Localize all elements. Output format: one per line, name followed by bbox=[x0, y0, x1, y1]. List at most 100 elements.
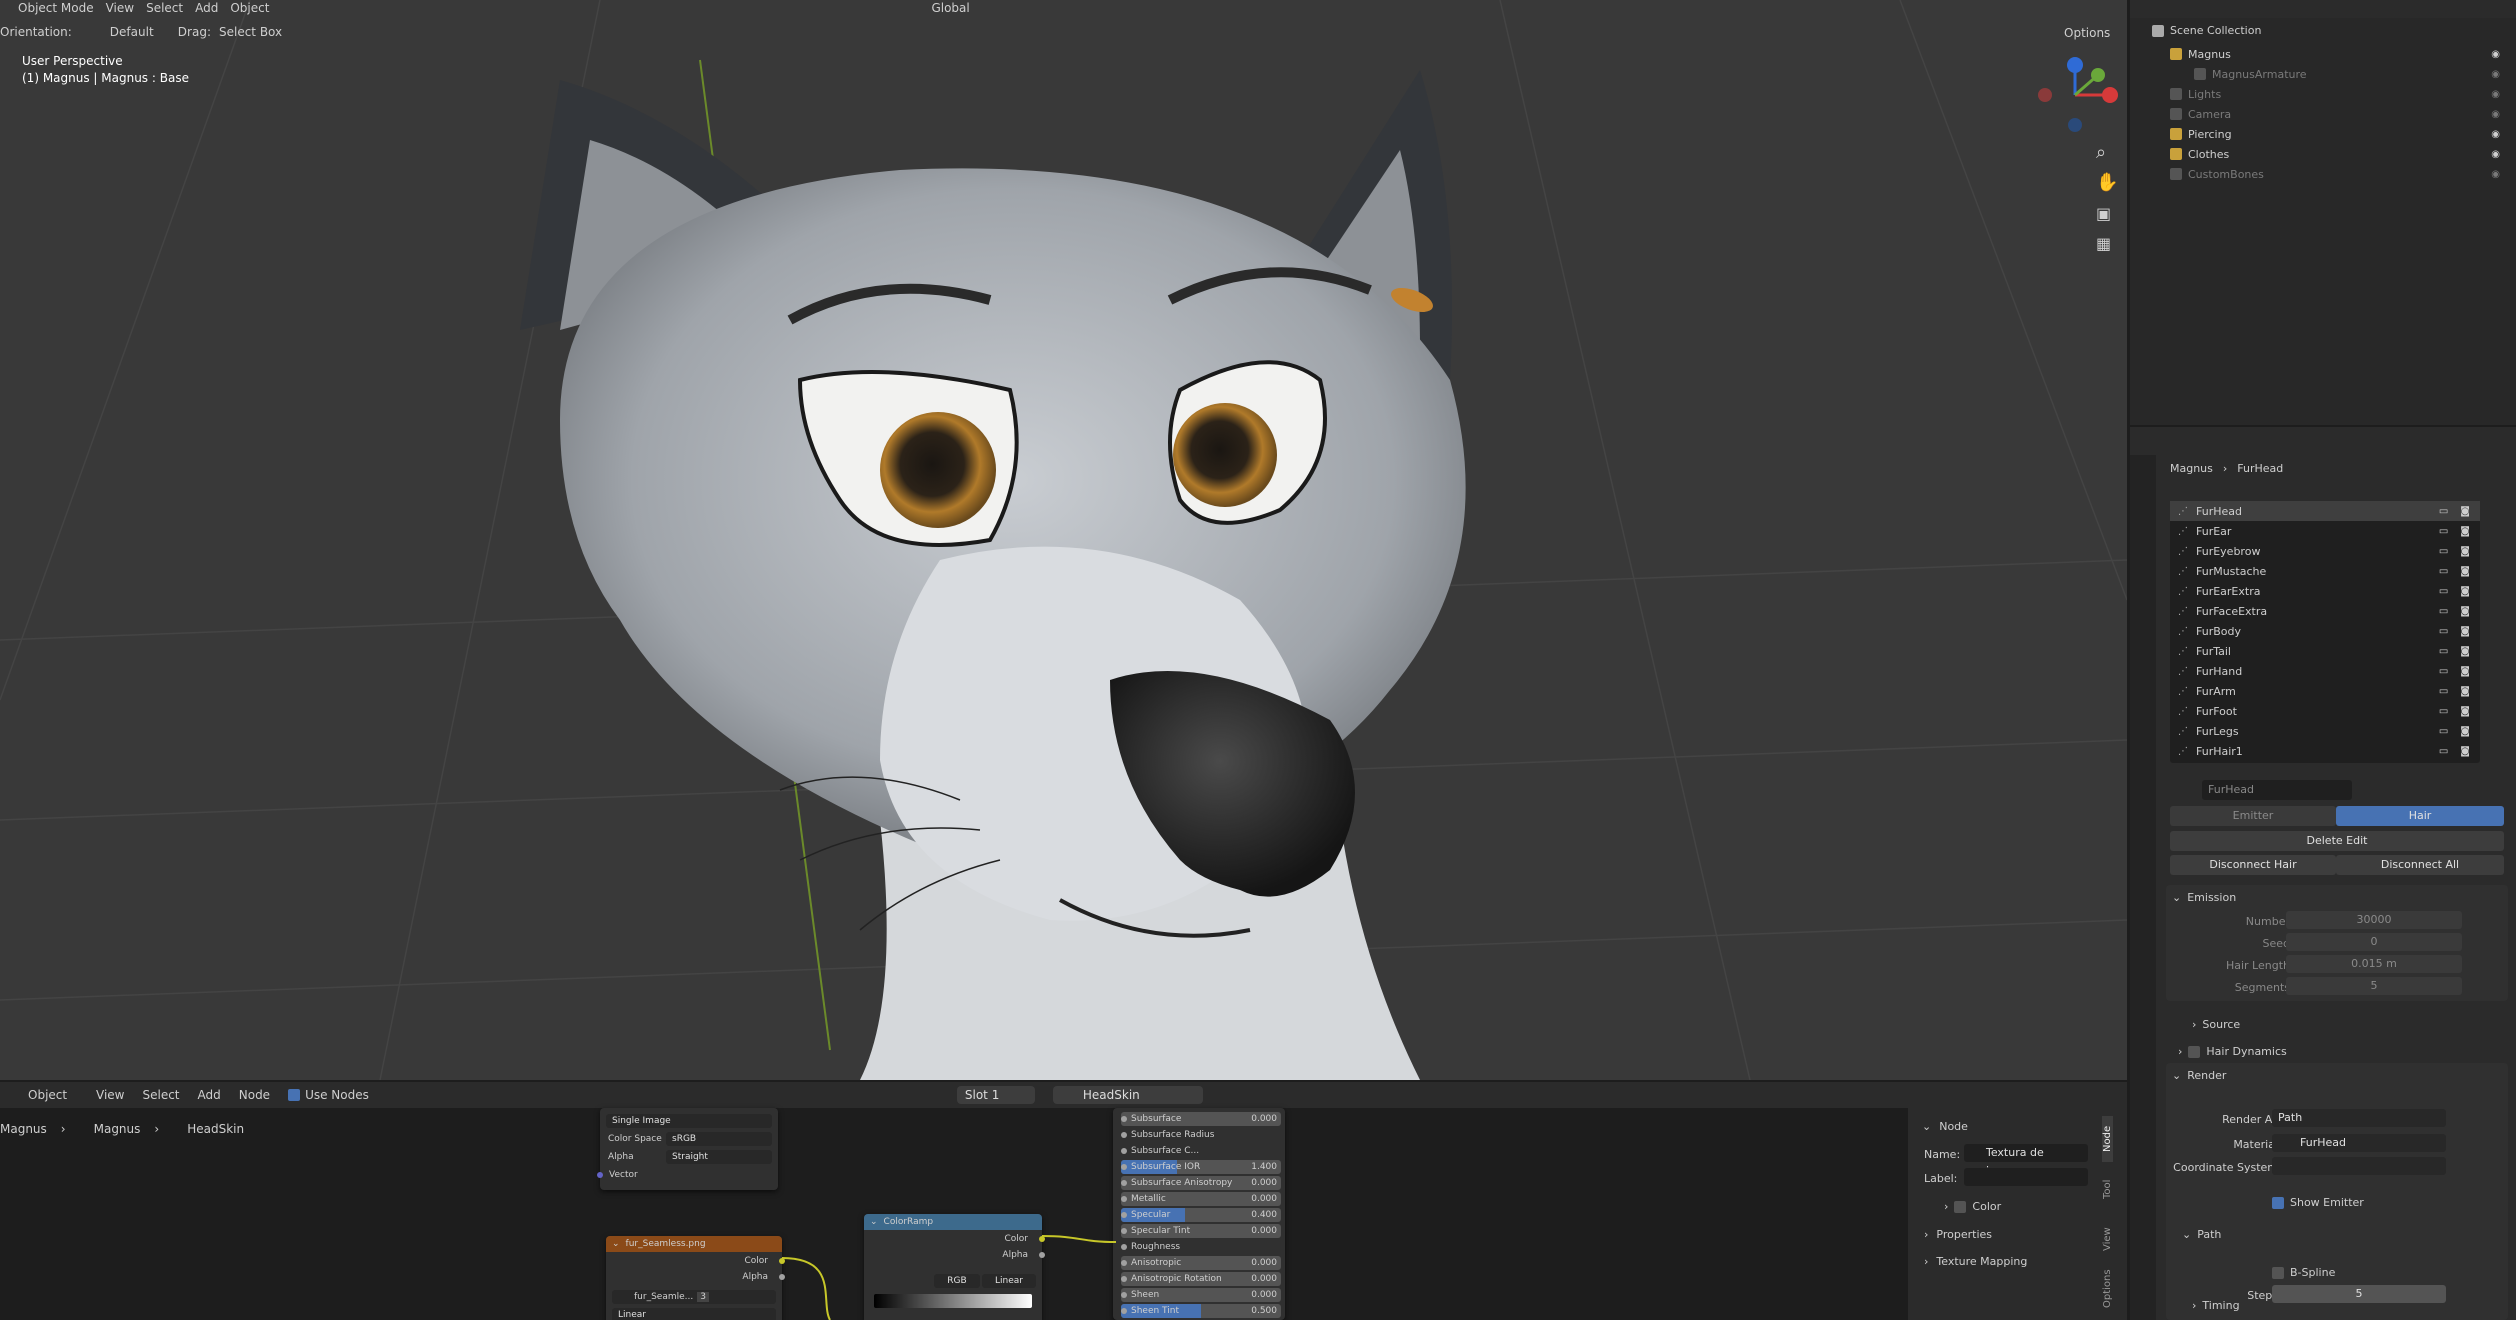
outliner-item[interactable]: Camera ◉ bbox=[2170, 104, 2510, 124]
breadcrumb-object[interactable]: Magnus bbox=[2170, 462, 2213, 475]
show-render-icon[interactable]: ◙ bbox=[2460, 546, 2470, 557]
source-subpanel[interactable]: › Source bbox=[2192, 1018, 2240, 1031]
texture-mapping-subpanel[interactable]: › Texture Mapping bbox=[1924, 1255, 2027, 1268]
bsdf-input-row[interactable]: Sheen 0.000 bbox=[1121, 1288, 1281, 1302]
bsdf-input-socket[interactable] bbox=[1121, 1196, 1127, 1202]
show-viewport-icon[interactable]: ▭ bbox=[2439, 666, 2448, 677]
particle-settings-name[interactable]: FurHead bbox=[2202, 780, 2352, 800]
node-label-field[interactable] bbox=[1964, 1168, 2088, 1186]
node-color-checkbox[interactable] bbox=[1954, 1200, 1967, 1213]
bsdf-input-socket[interactable] bbox=[1121, 1276, 1127, 1282]
show-emitter-checkbox[interactable] bbox=[2272, 1196, 2284, 1209]
interpolation-select[interactable]: Linear bbox=[612, 1308, 776, 1320]
color-ramp-gradient[interactable] bbox=[874, 1294, 1032, 1308]
particle-system-item[interactable]: ⋰ FurEarExtra ▭ ◙ bbox=[2170, 581, 2480, 601]
show-render-icon[interactable]: ◙ bbox=[2460, 606, 2470, 617]
particle-system-item[interactable]: ⋰ FurHand ▭ ◙ bbox=[2170, 661, 2480, 681]
material-select[interactable]: FurHead bbox=[2272, 1134, 2446, 1152]
orientation-select[interactable]: Default bbox=[80, 25, 170, 39]
outliner-item[interactable]: CustomBones ◉ bbox=[2170, 164, 2510, 184]
delete-edit-button[interactable]: Delete Edit bbox=[2170, 831, 2504, 851]
node-menu-view[interactable]: View bbox=[96, 1088, 124, 1102]
node-color-toggle[interactable]: › Color bbox=[1944, 1200, 2001, 1213]
show-viewport-icon[interactable]: ▭ bbox=[2439, 506, 2448, 517]
show-viewport-icon[interactable]: ▭ bbox=[2439, 606, 2448, 617]
visibility-eye-icon[interactable]: ◉ bbox=[2491, 109, 2500, 120]
show-viewport-icon[interactable]: ▭ bbox=[2439, 546, 2448, 557]
colorspace-select[interactable]: sRGB bbox=[666, 1132, 772, 1146]
fur-texture-node-header[interactable]: ⌄ fur_Seamless.png bbox=[606, 1236, 782, 1252]
menu-add[interactable]: Add bbox=[195, 1, 218, 15]
drag-select[interactable]: Select Box bbox=[219, 25, 282, 39]
show-viewport-icon[interactable]: ▭ bbox=[2439, 746, 2448, 757]
show-viewport-icon[interactable]: ▭ bbox=[2439, 706, 2448, 717]
particle-systems-list[interactable]: ⋰ FurHead ▭ ◙ ⋰ FurEar ▭ ◙ ⋰ FurEyebrow ▭ ◙ ⋰ FurMust… bbox=[2170, 501, 2480, 763]
hair-dynamics-checkbox[interactable] bbox=[2188, 1045, 2201, 1058]
bsdf-input-socket[interactable] bbox=[1121, 1180, 1127, 1186]
show-render-icon[interactable]: ◙ bbox=[2460, 646, 2470, 657]
segments-field[interactable]: 5 bbox=[2286, 977, 2462, 995]
hair-length-field[interactable]: 0.015 m bbox=[2286, 955, 2462, 973]
navigation-gizmo-icon[interactable] bbox=[2030, 50, 2120, 140]
mode-select[interactable]: Object Mode bbox=[4, 1, 94, 15]
breadcrumb-object[interactable]: Magnus bbox=[0, 1122, 47, 1136]
particle-system-item[interactable]: ⋰ FurFoot ▭ ◙ bbox=[2170, 701, 2480, 721]
material-datablock[interactable]: HeadSkin bbox=[1052, 1086, 1203, 1104]
emission-header[interactable]: ⌄ Emission bbox=[2166, 885, 2508, 910]
principled-bsdf-node[interactable]: Subsurface 0.000 Subsurface Radius Subsurfa… bbox=[1113, 1108, 1285, 1320]
disconnect-all-button[interactable]: Disconnect All bbox=[2336, 855, 2504, 875]
image-settings-node[interactable]: Single Image Color Space sRGB Alpha Stra… bbox=[597, 1108, 778, 1190]
tex-color-socket[interactable] bbox=[779, 1258, 785, 1264]
outliner-item[interactable]: Piercing ◉ bbox=[2170, 124, 2510, 144]
particle-system-item[interactable]: ⋰ FurMustache ▭ ◙ bbox=[2170, 561, 2480, 581]
bsdf-input-row[interactable]: Subsurface Anisotropy 0.000 bbox=[1121, 1176, 1281, 1190]
hair-dynamics-panel[interactable]: › Hair Dynamics bbox=[2178, 1045, 2287, 1058]
bsdf-input-row[interactable]: Roughness bbox=[1121, 1240, 1281, 1254]
visibility-eye-icon[interactable]: ◉ bbox=[2491, 49, 2500, 60]
camera-view-icon[interactable]: ▣ bbox=[2096, 204, 2111, 223]
bsdf-input-socket[interactable] bbox=[1121, 1164, 1127, 1170]
node-panel-header[interactable]: ⌄ Node bbox=[1922, 1120, 1968, 1133]
bsdf-input-row[interactable]: Subsurface IOR 1.400 bbox=[1121, 1160, 1281, 1174]
show-viewport-icon[interactable]: ▭ bbox=[2439, 566, 2448, 577]
show-render-icon[interactable]: ◙ bbox=[2460, 706, 2470, 717]
steps-field[interactable]: 5 bbox=[2272, 1285, 2446, 1303]
show-render-icon[interactable]: ◙ bbox=[2460, 746, 2470, 757]
bsdf-input-socket[interactable] bbox=[1121, 1228, 1127, 1234]
show-render-icon[interactable]: ◙ bbox=[2460, 586, 2470, 597]
bsdf-input-socket[interactable] bbox=[1121, 1148, 1127, 1154]
bsdf-input-socket[interactable] bbox=[1121, 1292, 1127, 1298]
use-nodes-toggle[interactable]: Use Nodes bbox=[288, 1088, 369, 1102]
sidebar-tab[interactable]: Node bbox=[2102, 1116, 2113, 1162]
render-header[interactable]: ⌄ Render bbox=[2166, 1063, 2508, 1088]
show-render-icon[interactable]: ◙ bbox=[2460, 506, 2470, 517]
menu-view[interactable]: View bbox=[106, 1, 134, 15]
bsdf-input-row[interactable]: Anisotropic 0.000 bbox=[1121, 1256, 1281, 1270]
viewport[interactable]: Object Mode View Select Add Object Globa… bbox=[0, 0, 2127, 1080]
path-subpanel[interactable]: ⌄ Path bbox=[2182, 1228, 2221, 1241]
bsdf-input-socket[interactable] bbox=[1121, 1244, 1127, 1250]
show-emitter-toggle[interactable]: Show Emitter bbox=[2272, 1196, 2364, 1209]
editor-type-select[interactable]: Object bbox=[8, 1088, 78, 1102]
bsdf-input-socket[interactable] bbox=[1121, 1116, 1127, 1122]
fur-texture-node[interactable]: ⌄ fur_Seamless.png Color Alpha fur_Seamle… bbox=[606, 1236, 785, 1320]
particle-system-item[interactable]: ⋰ FurBody ▭ ◙ bbox=[2170, 621, 2480, 641]
sidebar-tab[interactable]: Options bbox=[2102, 1266, 2113, 1312]
ramp-alpha-socket[interactable] bbox=[1039, 1252, 1045, 1258]
breadcrumb-mesh[interactable]: Magnus bbox=[80, 1122, 141, 1136]
bsdf-input-row[interactable]: Specular Tint 0.000 bbox=[1121, 1224, 1281, 1238]
type-emitter-button[interactable]: Emitter bbox=[2170, 806, 2336, 826]
timing-subpanel[interactable]: › Timing bbox=[2192, 1299, 2240, 1312]
node-name-field[interactable]: Textura de imagem bbox=[1964, 1144, 2088, 1177]
menu-object[interactable]: Object bbox=[230, 1, 269, 15]
particle-system-item[interactable]: ⋰ FurFaceExtra ▭ ◙ bbox=[2170, 601, 2480, 621]
node-menu-add[interactable]: Add bbox=[198, 1088, 221, 1102]
seed-field[interactable]: 0 bbox=[2286, 933, 2462, 951]
bsdf-input-socket[interactable] bbox=[1121, 1132, 1127, 1138]
render-as-select[interactable]: Path bbox=[2272, 1109, 2446, 1127]
show-viewport-icon[interactable]: ▭ bbox=[2439, 586, 2448, 597]
ramp-color-socket[interactable] bbox=[1039, 1236, 1045, 1242]
particle-system-item[interactable]: ⋰ FurEar ▭ ◙ bbox=[2170, 521, 2480, 541]
show-viewport-icon[interactable]: ▭ bbox=[2439, 686, 2448, 697]
node-menu-select[interactable]: Select bbox=[142, 1088, 179, 1102]
